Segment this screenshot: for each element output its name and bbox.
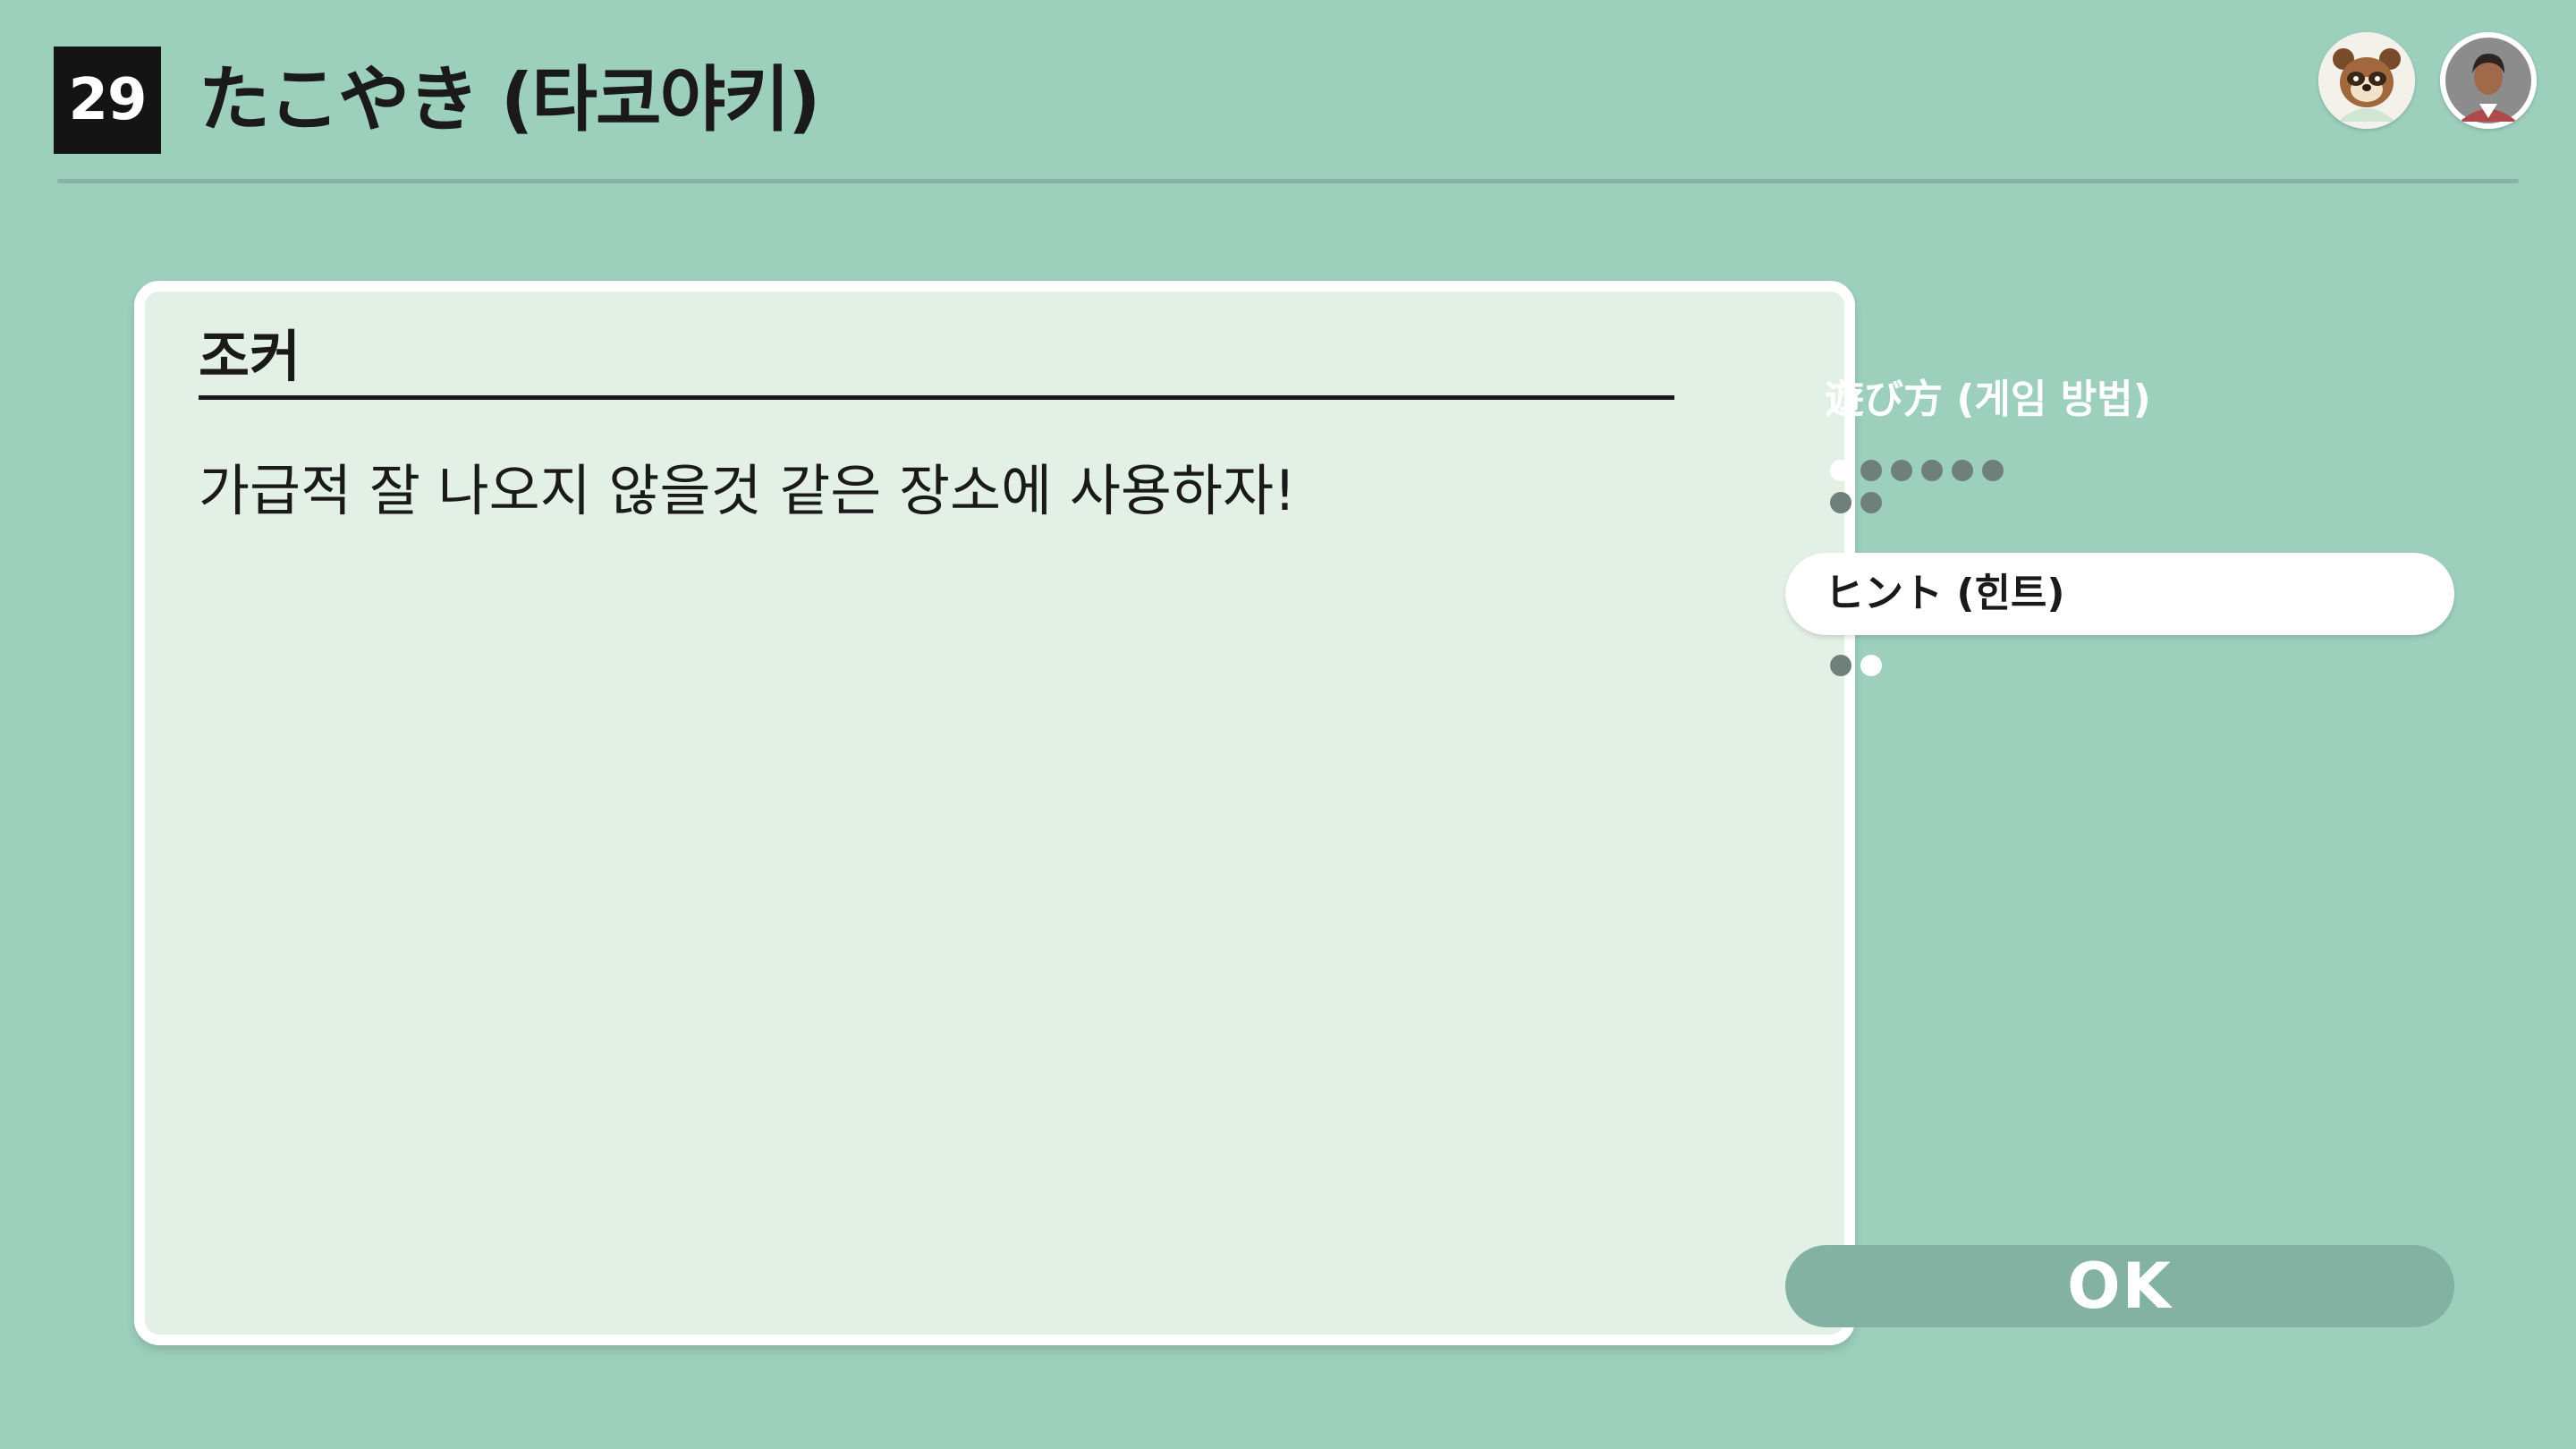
page-dot — [1830, 460, 1852, 481]
rule-card: 조커 가급적 잘 나오지 않을것 같은 장소에 사용하자! — [134, 281, 1855, 1345]
game-title: たこやき (타코야키) — [199, 58, 820, 141]
card-title-underline — [199, 395, 1674, 400]
card-title: 조커 — [199, 324, 301, 389]
card-body-text: 가급적 잘 나오지 않을것 같은 장소에 사용하자! — [199, 458, 1296, 523]
game-rules-screen: 29 たこやき (타코야키) 조커 가급적 잘 나오지 않을것 같은 장소에 사… — [0, 0, 2576, 1449]
hint-page-dots — [1830, 655, 2045, 676]
page-dot — [1860, 492, 1882, 513]
how-to-play-page-dots — [1830, 460, 2009, 513]
page-dot — [1860, 460, 1882, 481]
page-dot — [1891, 460, 1912, 481]
page-dot — [1921, 460, 1943, 481]
tanuki-character-icon[interactable] — [2318, 32, 2415, 129]
page-dot — [1982, 460, 2004, 481]
page-dot — [1952, 460, 1973, 481]
user-profile-icon[interactable] — [2440, 32, 2537, 129]
menu-item-how-to-play[interactable]: 遊び方 (게임 방법) — [1825, 367, 2151, 424]
page-dot — [1860, 655, 1882, 676]
menu-item-hint[interactable]: ヒント (힌트) — [1785, 553, 2454, 635]
header-divider — [57, 179, 2519, 183]
page-dot — [1830, 655, 1852, 676]
page-dot — [1830, 492, 1852, 513]
game-number-badge: 29 — [54, 47, 161, 154]
menu-item-hint-label: ヒント (힌트) — [1825, 571, 2065, 616]
ok-button[interactable]: OK — [1785, 1245, 2454, 1327]
